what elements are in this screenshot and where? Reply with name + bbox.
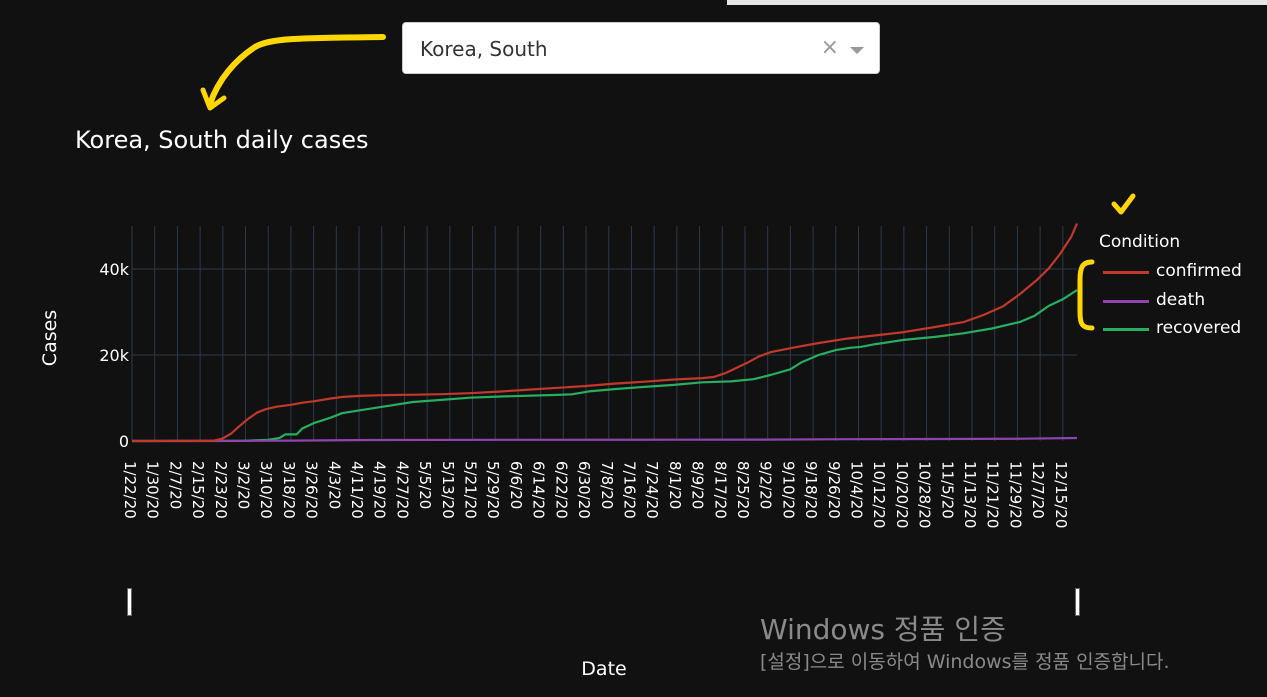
x-tick-label: 8/1/20 [666, 461, 684, 509]
annotation-arrow-icon [207, 34, 386, 107]
y-tick-label: 40k [99, 260, 129, 279]
x-tick-label: 3/26/20 [303, 461, 321, 519]
x-tick-label: 4/3/20 [325, 461, 343, 509]
x-tick-label: 4/11/20 [348, 461, 366, 519]
x-tick-label: 3/10/20 [257, 461, 275, 519]
x-tick-label: 6/14/20 [530, 461, 548, 519]
watermark-subtitle: [설정]으로 이동하여 Windows를 정품 인증합니다. [760, 651, 1170, 673]
x-tick-label: 9/18/20 [802, 461, 820, 519]
x-tick-label: 6/6/20 [507, 461, 525, 509]
x-tick-label: 4/27/20 [393, 461, 411, 519]
series-line-recovered [131, 289, 1078, 443]
range-slider-left-handle[interactable] [127, 588, 132, 616]
x-tick-label: 12/15/20 [1052, 461, 1070, 528]
chart-title: Korea, South daily cases [75, 126, 369, 154]
legend-item-recovered[interactable]: recovered [1103, 318, 1263, 339]
x-tick-label: 2/23/20 [212, 461, 230, 519]
x-tick-label: 10/4/20 [847, 461, 865, 519]
legend-label: death [1156, 290, 1206, 310]
legend-item-confirmed[interactable]: confirmed [1103, 261, 1263, 282]
x-tick-label: 5/21/20 [462, 461, 480, 519]
x-tick-label: 11/13/20 [961, 461, 979, 528]
x-tick-label: 8/9/20 [689, 461, 707, 509]
y-tick-label: 20k [99, 346, 129, 365]
legend-title: Condition [1099, 232, 1181, 252]
x-tick-label: 5/29/20 [484, 461, 502, 519]
series-line-confirmed [131, 223, 1079, 443]
x-tick-label: 9/10/20 [779, 461, 797, 519]
legend-swatch [1103, 271, 1149, 274]
x-tick-label: 5/13/20 [439, 461, 457, 519]
x-tick-label: 10/12/20 [870, 461, 888, 528]
y-axis-label: Cases [39, 309, 61, 367]
x-tick-label: 7/8/20 [598, 461, 616, 509]
x-tick-label: 6/22/20 [552, 461, 570, 519]
x-tick-label: 1/22/20 [121, 461, 139, 519]
x-tick-label: 8/25/20 [734, 461, 752, 519]
x-tick-label: 5/5/20 [416, 461, 434, 509]
x-tick-label: 6/30/20 [575, 461, 593, 519]
x-tick-label: 8/17/20 [711, 461, 729, 519]
checkmark-icon [1111, 193, 1136, 215]
x-tick-label: 1/30/20 [144, 461, 162, 519]
x-tick-label: 9/2/20 [757, 461, 775, 509]
x-tick-label: 2/7/20 [166, 461, 184, 509]
x-tick-label: 11/29/20 [1006, 461, 1024, 528]
x-tick-label: 7/24/20 [643, 461, 661, 519]
x-tick-label: 10/28/20 [916, 461, 934, 528]
x-tick-label: 11/5/20 [938, 461, 956, 519]
legend-item-death[interactable]: death [1103, 290, 1263, 311]
x-tick-label: 12/7/20 [1029, 461, 1047, 519]
legend-label: recovered [1156, 318, 1242, 338]
x-tick-label: 2/15/20 [189, 461, 207, 519]
legend-swatch [1103, 328, 1149, 331]
x-tick-label: 3/18/20 [280, 461, 298, 519]
watermark-title: Windows 정품 인증 [760, 613, 1006, 646]
legend-swatch [1103, 300, 1149, 303]
x-tick-label: 10/20/20 [893, 461, 911, 528]
bracket-icon [1077, 259, 1095, 331]
legend-label: confirmed [1156, 261, 1242, 281]
y-tick-label: 0 [119, 432, 129, 451]
x-tick-label: 7/16/20 [620, 461, 638, 519]
x-tick-label: 11/21/20 [984, 461, 1002, 528]
x-tick-label: 3/2/20 [235, 461, 253, 509]
x-axis-label: Date [581, 658, 627, 680]
range-slider-right-handle[interactable] [1075, 588, 1080, 616]
x-tick-label: 4/19/20 [371, 461, 389, 519]
x-tick-label: 9/26/20 [825, 461, 843, 519]
